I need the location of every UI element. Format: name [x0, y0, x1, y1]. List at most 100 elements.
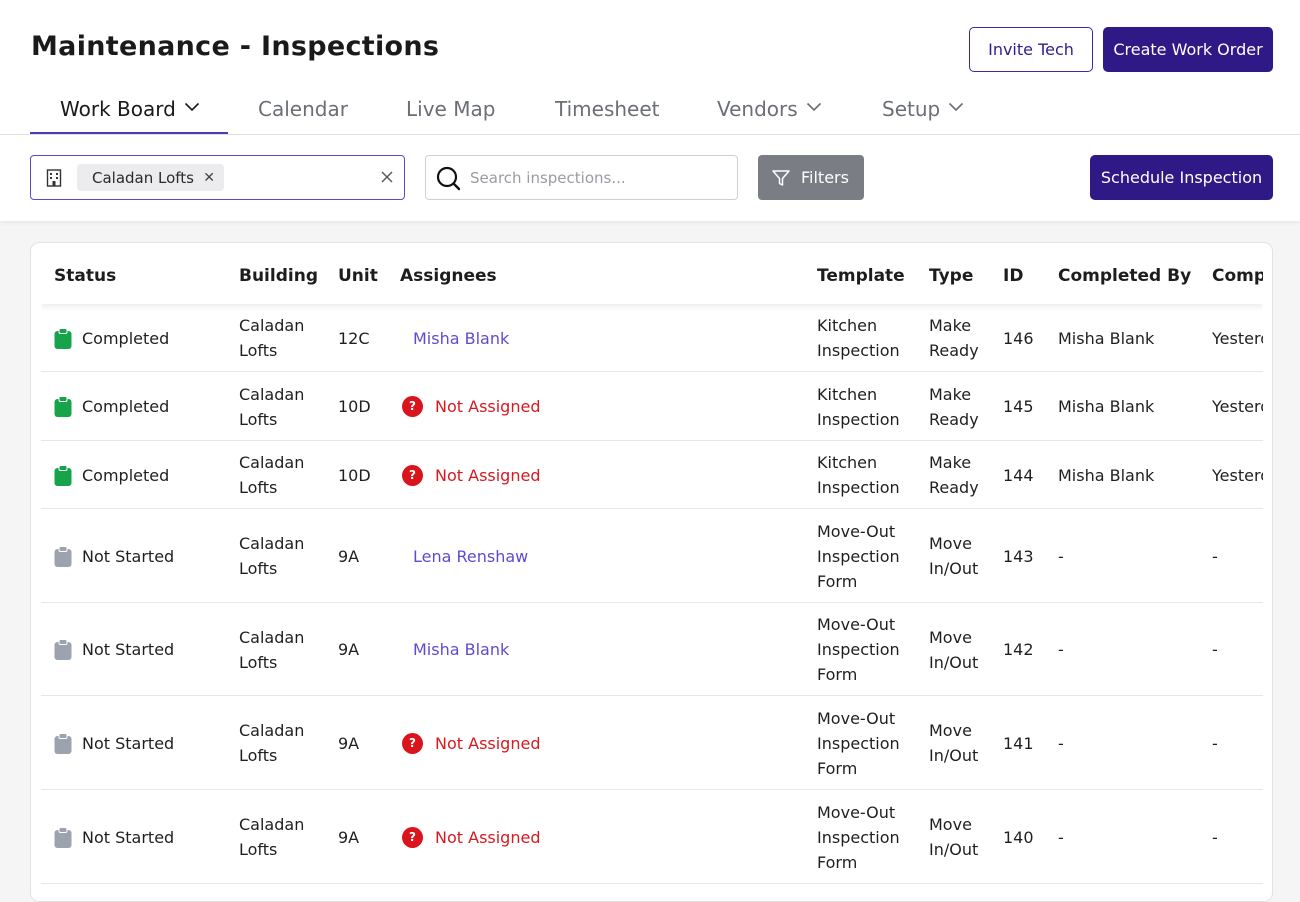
tab-label: Vendors — [717, 97, 798, 121]
filters-label: Filters — [801, 168, 849, 187]
status-label: Not Started — [82, 640, 175, 659]
table-row[interactable]: Completed Caladan Lofts 10D? Not Assigned Kit… — [41, 372, 1263, 441]
building-chip: Caladan Lofts ✕ — [77, 164, 224, 191]
col-unit-header[interactable]: Unit — [338, 266, 378, 286]
tab-label: Work Board — [60, 97, 176, 121]
id-cell: 140 — [1003, 827, 1034, 847]
status-label: Completed — [82, 397, 170, 416]
building-icon — [46, 169, 62, 187]
type-cell: Make Ready — [929, 316, 979, 360]
unit-cell: 12C — [338, 328, 370, 348]
table-row[interactable]: Not Started Caladan Lofts 9A? Not Assigned Mo… — [41, 696, 1263, 790]
col-completed-by-header[interactable]: Completed By — [1058, 266, 1191, 286]
status-label: Not Started — [82, 827, 175, 847]
completed-by-cell: Misha Blank — [1058, 397, 1155, 416]
table-row[interactable]: Not Started Caladan Lofts 9A? Not Assigned Mo… — [41, 790, 1263, 884]
invite-tech-button[interactable]: Invite Tech — [969, 27, 1093, 72]
status-cell: Not Started — [54, 637, 174, 662]
assignee-link[interactable]: Misha Blank — [413, 326, 509, 351]
building-cell: Caladan Lofts — [239, 453, 305, 497]
building-cell: Caladan Lofts — [239, 316, 305, 360]
clipboard-icon — [54, 732, 72, 754]
search-icon — [436, 166, 461, 191]
table-row[interactable]: Not Started Caladan Lofts 9A Misha Blank Move… — [41, 603, 1263, 696]
filter-icon — [772, 169, 790, 186]
remove-chip-icon[interactable]: ✕ — [203, 170, 215, 186]
search-input[interactable] — [470, 166, 725, 190]
unit-cell: 9A — [338, 827, 360, 847]
assignee-link[interactable]: Lena Renshaw — [413, 544, 528, 569]
tab-live-map[interactable]: Live Map — [406, 88, 495, 134]
col-status-header[interactable]: Status — [54, 266, 116, 286]
schedule-inspection-button[interactable]: Schedule Inspection — [1090, 155, 1273, 200]
type-cell: Move In/Out — [929, 721, 979, 765]
chevron-down-icon — [184, 102, 199, 112]
col-completed-header[interactable]: Comp — [1212, 266, 1263, 286]
not-assigned-label: Not Assigned — [435, 827, 541, 847]
tab-timesheet[interactable]: Timesheet — [555, 88, 660, 134]
col-template-header[interactable]: Template — [817, 266, 905, 286]
clipboard-icon — [54, 327, 72, 349]
col-id-header[interactable]: ID — [1003, 266, 1023, 286]
building-filter[interactable]: Caladan Lofts ✕ — [30, 155, 405, 200]
table-header: Status Building Unit Assignees Template Type I… — [41, 243, 1263, 304]
not-assigned-label: Not Assigned — [435, 397, 541, 416]
tab-calendar[interactable]: Calendar — [258, 88, 348, 134]
tab-vendors[interactable]: Vendors — [717, 88, 822, 134]
tab-label: Timesheet — [555, 97, 660, 121]
not-assigned-cell: ? Not Assigned — [402, 394, 540, 419]
assignee-link[interactable]: Misha Blank — [413, 637, 509, 662]
table-row[interactable]: Not Started Caladan Lofts 9A Lena Renshaw Mov… — [41, 509, 1263, 603]
col-type-header[interactable]: Type — [929, 266, 973, 286]
id-cell: 146 — [1003, 328, 1034, 348]
status-label: Not Started — [82, 733, 175, 753]
status-label: Completed — [82, 328, 170, 348]
col-assignees-header[interactable]: Assignees — [400, 266, 497, 286]
building-cell: Caladan Lofts — [239, 534, 305, 578]
chevron-down-icon — [949, 102, 964, 112]
create-work-order-button[interactable]: Create Work Order — [1103, 27, 1273, 72]
tab-work-board[interactable]: Work Board — [30, 88, 228, 134]
template-cell: Move-Out Inspection Form — [817, 615, 900, 684]
id-cell: 144 — [1003, 465, 1034, 485]
template-cell: Kitchen Inspection — [817, 316, 900, 360]
type-cell: Make Ready — [929, 453, 979, 497]
status-cell: Completed — [54, 394, 169, 419]
tab-label: Setup — [882, 97, 941, 121]
completed-date-cell: Yesterday — [1212, 465, 1263, 485]
template-cell: Move-Out Inspection Form — [817, 802, 900, 872]
search-field[interactable] — [425, 155, 738, 200]
status-cell: Not Started — [54, 544, 174, 569]
status-cell: Not Started — [54, 825, 174, 850]
clipboard-icon — [54, 545, 72, 567]
status-label: Completed — [82, 465, 170, 485]
id-cell: 145 — [1003, 397, 1034, 416]
page-title: Maintenance - Inspections — [31, 31, 440, 62]
tab-setup[interactable]: Setup — [882, 88, 964, 134]
col-building-header[interactable]: Building — [239, 266, 318, 286]
template-cell: Kitchen Inspection — [817, 453, 900, 497]
table-row[interactable]: Completed Caladan Lofts 12C Misha Blank Kitch… — [41, 304, 1263, 372]
tab-label: Live Map — [406, 97, 496, 121]
question-icon: ? — [402, 464, 423, 486]
table-row[interactable]: Completed Caladan Lofts 10D? Not Assigned Kit… — [41, 441, 1263, 509]
page-header: Maintenance - Inspections Invite Tech Cr… — [0, 0, 1300, 135]
status-cell: Completed — [54, 326, 169, 351]
completed-by-cell: Misha Blank — [1058, 328, 1155, 348]
building-cell: Caladan Lofts — [239, 721, 305, 765]
clipboard-icon — [54, 464, 72, 486]
type-cell: Move In/Out — [929, 815, 979, 859]
toolbar: Caladan Lofts ✕ Filters Schedule Inspect… — [0, 135, 1300, 221]
filters-button[interactable]: Filters — [758, 155, 864, 200]
id-cell: 143 — [1003, 546, 1034, 566]
question-icon: ? — [402, 826, 423, 848]
completed-date-cell: Yesterday — [1212, 328, 1263, 348]
not-assigned-label: Not Assigned — [435, 733, 541, 753]
clear-filter-icon[interactable] — [379, 169, 395, 185]
tab-label: Calendar — [258, 97, 348, 121]
unit-cell: 9A — [338, 546, 360, 566]
status-cell: Not Started — [54, 731, 174, 756]
building-cell: Caladan Lofts — [239, 384, 305, 429]
completed-by-cell: - — [1058, 546, 1064, 566]
unit-cell: 10D — [338, 397, 371, 416]
